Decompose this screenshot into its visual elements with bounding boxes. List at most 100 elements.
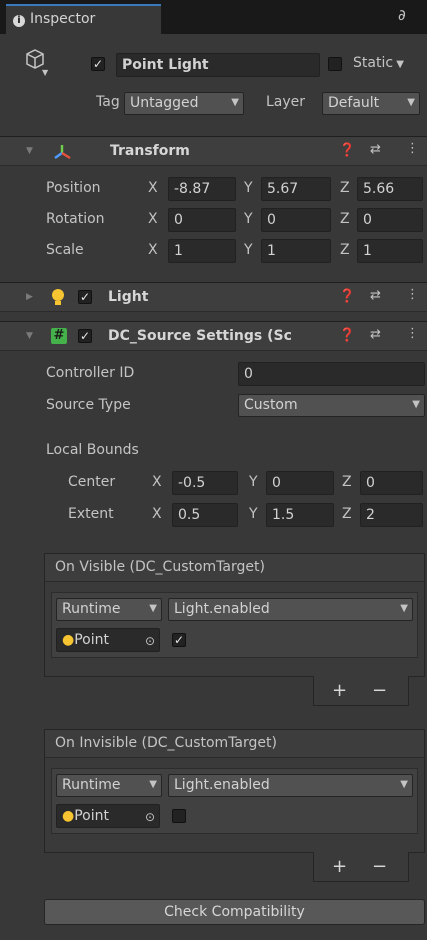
x-label[interactable]: X (152, 506, 162, 522)
light-bulb-icon (52, 289, 64, 305)
remove-listener-button[interactable]: − (372, 680, 387, 701)
more-options-icon[interactable]: ⋮ (406, 141, 419, 156)
rotation-label: Rotation (46, 211, 105, 227)
transform-header[interactable]: ▼ Transform ❓ ⇄ ⋮ (0, 136, 427, 166)
info-icon: i (13, 15, 25, 27)
layer-value: Default (328, 95, 380, 111)
lock-icon[interactable]: ∂ (398, 6, 406, 24)
scale-y-field[interactable]: 1 (261, 239, 331, 263)
y-label[interactable]: Y (249, 474, 258, 490)
rotation-z-field[interactable]: 0 (357, 208, 423, 232)
x-label[interactable]: X (148, 242, 158, 258)
more-options-icon[interactable]: ⋮ (406, 326, 419, 341)
dc-source-settings-header[interactable]: ▼ # ✓ DC_Source Settings (Sc ❓ ⇄ ⋮ (0, 321, 427, 351)
runtime-value: Runtime (62, 601, 121, 617)
center-y-field[interactable]: 0 (266, 471, 334, 495)
add-remove-buttons: + − (313, 676, 409, 706)
target-object-field[interactable]: ●Point ⊙ (56, 628, 160, 652)
active-checkbox[interactable]: ✓ (91, 57, 105, 71)
scale-z-field[interactable]: 1 (357, 239, 423, 263)
static-checkbox[interactable] (328, 57, 342, 71)
z-label[interactable]: Z (340, 242, 350, 258)
icon-dropdown-caret[interactable]: ▼ (42, 68, 48, 77)
scale-x-field[interactable]: 1 (168, 239, 236, 263)
inspector-window: i Inspector ∂ ▼ ✓ Point Light Static ▼ T… (0, 0, 427, 940)
light-bulb-icon: ● (62, 808, 75, 824)
position-label: Position (46, 180, 101, 196)
add-remove-buttons: + − (313, 852, 409, 882)
position-z-field[interactable]: 5.66 (357, 177, 423, 201)
light-header[interactable]: ▶ ✓ Light ❓ ⇄ ⋮ (0, 282, 427, 312)
tag-dropdown[interactable]: Untagged ▼ (124, 92, 244, 115)
x-label[interactable]: X (152, 474, 162, 490)
chevron-down-icon: ▼ (412, 399, 420, 410)
on-visible-event: On Visible (DC_CustomTarget) Runtime ▼ Li… (44, 553, 425, 677)
z-label[interactable]: Z (340, 211, 350, 227)
transform-title: Transform (110, 143, 190, 159)
controller-id-field[interactable]: 0 (238, 362, 425, 386)
light-enabled-checkbox[interactable]: ✓ (78, 290, 92, 304)
runtime-value: Runtime (62, 777, 121, 793)
y-label[interactable]: Y (249, 506, 258, 522)
argument-checkbox[interactable] (172, 809, 186, 823)
extent-z-field[interactable]: 2 (360, 503, 423, 527)
function-dropdown[interactable]: Light.enabled ▼ (168, 598, 413, 621)
tab-bar: i Inspector ∂ (0, 0, 427, 34)
z-label[interactable]: Z (342, 506, 352, 522)
help-icon[interactable]: ❓ (339, 143, 355, 158)
function-value: Light.enabled (174, 777, 270, 793)
preset-icon[interactable]: ⇄ (370, 288, 381, 303)
z-label[interactable]: Z (340, 180, 350, 196)
remove-listener-button[interactable]: − (372, 856, 387, 877)
x-label[interactable]: X (148, 211, 158, 227)
layer-dropdown[interactable]: Default ▼ (322, 92, 420, 115)
argument-checkbox[interactable]: ✓ (172, 633, 186, 647)
help-icon[interactable]: ❓ (339, 328, 355, 343)
position-x-field[interactable]: -8.87 (168, 177, 236, 201)
center-z-field[interactable]: 0 (360, 471, 423, 495)
preset-icon[interactable]: ⇄ (370, 327, 381, 342)
source-type-label: Source Type (46, 397, 131, 413)
add-listener-button[interactable]: + (332, 680, 347, 701)
chevron-down-icon: ▼ (231, 97, 239, 108)
z-label[interactable]: Z (342, 474, 352, 490)
add-listener-button[interactable]: + (332, 856, 347, 877)
event-listener: Runtime ▼ Light.enabled ▼ ●Point ⊙ ✓ (51, 592, 418, 658)
event-title: On Invisible (DC_CustomTarget) (55, 735, 277, 751)
object-picker-icon[interactable]: ⊙ (145, 806, 155, 827)
target-name: Point (74, 808, 109, 824)
rotation-x-field[interactable]: 0 (168, 208, 236, 232)
rotation-y-field[interactable]: 0 (261, 208, 331, 232)
extent-label: Extent (68, 506, 114, 522)
scale-label: Scale (46, 242, 84, 258)
foldout-arrow-icon[interactable]: ▶ (26, 292, 33, 302)
help-icon[interactable]: ❓ (339, 289, 355, 304)
static-label[interactable]: Static ▼ (353, 55, 404, 71)
cube-icon (26, 49, 44, 69)
function-dropdown[interactable]: Light.enabled ▼ (168, 774, 413, 797)
event-header: On Visible (DC_CustomTarget) (45, 554, 424, 582)
more-options-icon[interactable]: ⋮ (406, 287, 419, 302)
on-invisible-event: On Invisible (DC_CustomTarget) Runtime ▼ … (44, 729, 425, 853)
y-label[interactable]: Y (244, 211, 253, 227)
runtime-dropdown[interactable]: Runtime ▼ (56, 774, 162, 797)
object-name-field[interactable]: Point Light (116, 53, 320, 77)
foldout-arrow-icon[interactable]: ▼ (26, 146, 33, 156)
source-type-dropdown[interactable]: Custom ▼ (238, 394, 425, 417)
preset-icon[interactable]: ⇄ (370, 142, 381, 157)
extent-x-field[interactable]: 0.5 (172, 503, 238, 527)
y-label[interactable]: Y (244, 242, 253, 258)
center-x-field[interactable]: -0.5 (172, 471, 238, 495)
x-label[interactable]: X (148, 180, 158, 196)
tag-value: Untagged (130, 95, 199, 111)
y-label[interactable]: Y (244, 180, 253, 196)
tab-inspector[interactable]: i Inspector (6, 4, 161, 34)
dc-enabled-checkbox[interactable]: ✓ (78, 329, 92, 343)
object-picker-icon[interactable]: ⊙ (145, 630, 155, 651)
position-y-field[interactable]: 5.67 (261, 177, 331, 201)
extent-y-field[interactable]: 1.5 (266, 503, 334, 527)
runtime-dropdown[interactable]: Runtime ▼ (56, 598, 162, 621)
target-object-field[interactable]: ●Point ⊙ (56, 804, 160, 828)
foldout-arrow-icon[interactable]: ▼ (26, 331, 33, 341)
check-compatibility-button[interactable]: Check Compatibility (44, 899, 425, 925)
